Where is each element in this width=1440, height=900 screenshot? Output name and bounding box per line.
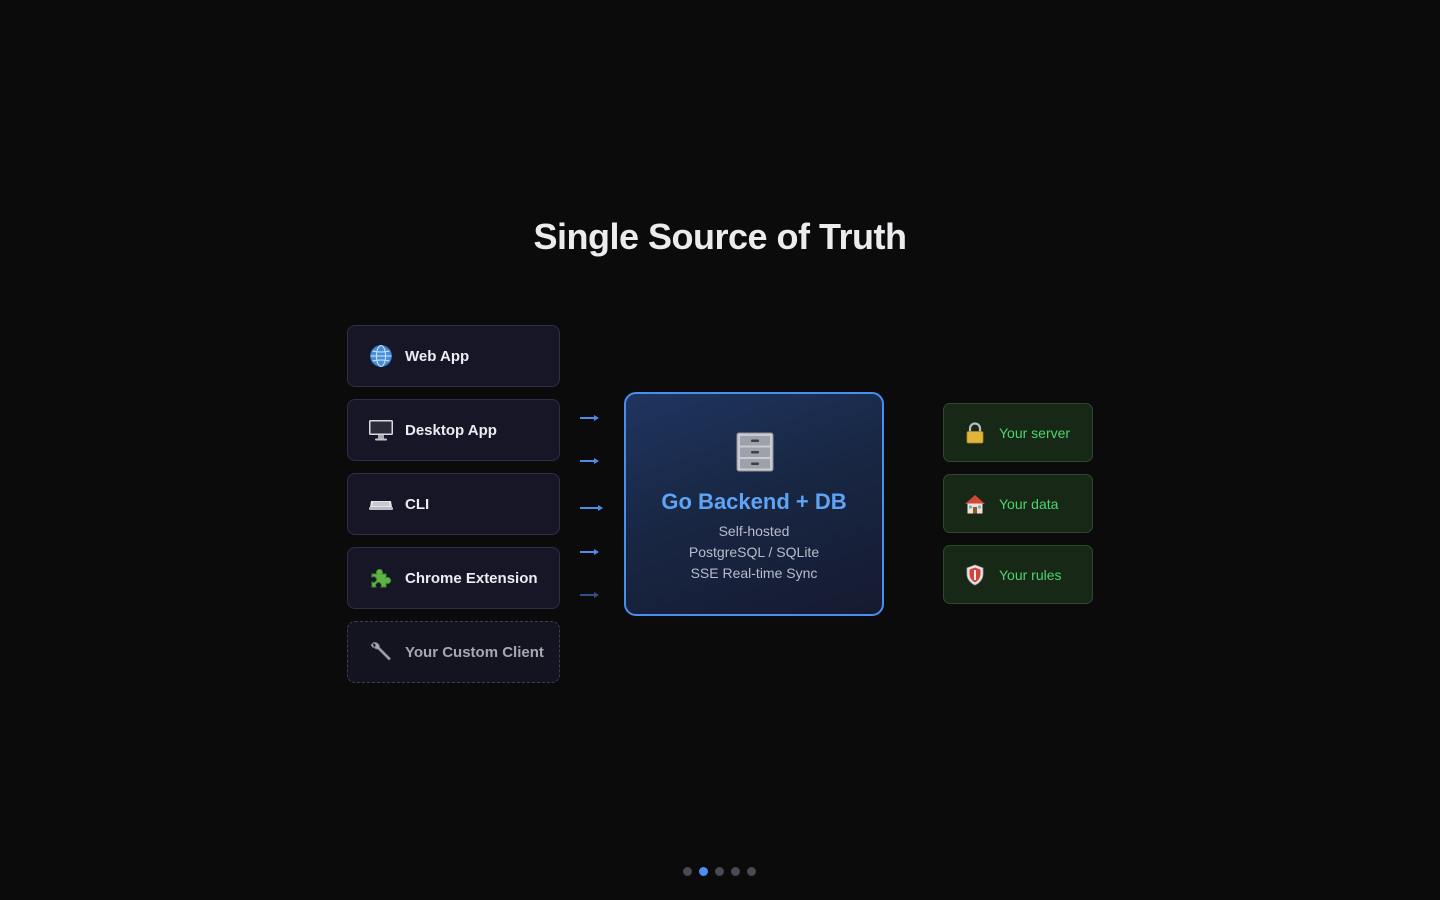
backend-detail-database: PostgreSQL / SQLite [688,544,820,560]
arrow-icon [580,590,599,600]
client-label: CLI [405,495,430,513]
client-label: Web App [405,347,470,365]
arrow-icon [580,456,599,466]
backend-card: Go Backend + DB Self-hosted PostgreSQL /… [624,392,884,616]
shield-icon [964,564,986,586]
ownership-data: Your data [943,474,1093,533]
pager-dot-2[interactable] [699,867,708,876]
backend-detail-sync: SSE Real-time Sync [690,565,818,581]
backend-detail-hosting: Self-hosted [718,523,790,539]
house-icon [964,493,986,515]
puzzle-icon [368,565,394,591]
ownership-server: Your server [943,403,1093,462]
arrow-icon [580,547,599,557]
slide: Single Source of Truth Web App Desktop A… [0,0,1440,900]
wrench-icon [368,639,394,665]
client-label: Chrome Extension [405,569,538,587]
file-cabinet-icon [736,432,774,477]
desktop-icon [368,417,394,443]
client-custom[interactable]: Your Custom Client [347,621,560,683]
lock-icon [964,421,986,444]
backend-title: Go Backend + DB [661,489,847,514]
client-cli[interactable]: CLI [347,473,560,535]
client-web-app[interactable]: Web App [347,325,560,387]
ownership-label: Your server [999,424,1071,441]
ownership-rules: Your rules [943,545,1093,604]
ownership-label: Your rules [999,566,1062,583]
keyboard-icon [368,491,394,517]
client-desktop-app[interactable]: Desktop App [347,399,560,461]
ownership-list: Your server Your data Your rules [943,403,1093,616]
pager-dot-1[interactable] [683,867,692,876]
client-chrome-extension[interactable]: Chrome Extension [347,547,560,609]
client-list: Web App Desktop App CLI Chrome Extension… [347,325,560,695]
client-label: Your Custom Client [405,643,544,661]
slide-pager [683,867,756,876]
pager-dot-4[interactable] [731,867,740,876]
slide-title: Single Source of Truth [533,216,907,257]
connection-arrows [580,405,606,605]
globe-icon [368,343,394,369]
arrow-icon [580,413,599,423]
arrow-icon [580,503,603,513]
pager-dot-5[interactable] [747,867,756,876]
client-label: Desktop App [405,421,497,439]
ownership-label: Your data [999,495,1059,512]
pager-dot-3[interactable] [715,867,724,876]
